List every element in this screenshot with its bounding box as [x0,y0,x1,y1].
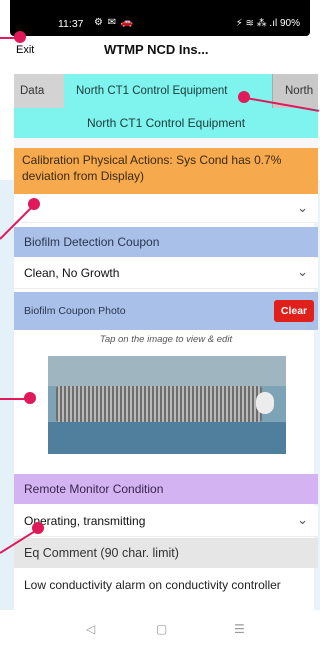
photo-background [48,356,286,386]
annotation-line [0,398,26,400]
annotation-dot [14,31,26,43]
remote-monitor-select[interactable]: Operating, transmitting ⌄ [14,506,318,537]
section-title: North CT1 Control Equipment [14,108,318,138]
app-screen: 11:37 ⚙ ✉ 🚗 ⚡ ≋ ⁂ .ıl 90% Exit WTMP NCD … [0,0,320,648]
system-nav-bar: ◁ ▢ ☰ [0,614,320,648]
calibration-select[interactable]: ⌄ [14,194,318,223]
clear-button[interactable]: Clear [274,300,314,322]
calibration-label: Calibration Physical Actions: Sys Cond h… [14,148,318,194]
chevron-down-icon: ⌄ [297,264,308,279]
status-bar: 11:37 ⚙ ✉ 🚗 ⚡ ≋ ⁂ .ıl 90% [10,0,310,36]
comment-text[interactable]: Low conductivity alarm on conductivity c… [14,578,318,593]
page-title: WTMP NCD Ins... [104,42,209,57]
app-header: Exit WTMP NCD Ins... [10,36,316,66]
annotation-dot [24,392,36,404]
home-icon[interactable]: ▢ [156,622,167,636]
notification-icons: ⚙ ✉ 🚗 [94,17,135,28]
chevron-down-icon: ⌄ [297,200,308,215]
tab-data[interactable]: Data [14,74,70,108]
remote-monitor-header: Remote Monitor Condition [14,474,318,504]
biofilm-header: Biofilm Detection Coupon [14,227,318,257]
annotation-dot [28,198,40,210]
recent-apps-icon[interactable]: ☰ [234,622,245,636]
back-icon[interactable]: ◁ [86,622,95,636]
photo-header-label: Biofilm Coupon Photo [24,305,126,317]
coupon-photo[interactable] [48,356,286,454]
tab-north-ct1-control-equipment[interactable]: North CT1 Control Equipment [64,74,284,108]
coupon-mesh [56,386,262,422]
comment-header: Eq Comment (90 char. limit) [14,538,318,568]
coupon-tab [256,392,274,414]
biofilm-select[interactable]: Clean, No Growth ⌄ [14,258,318,289]
photo-hint: Tap on the image to view & edit [99,334,233,345]
chevron-down-icon: ⌄ [297,512,308,527]
biofilm-value: Clean, No Growth [24,266,120,280]
divider [14,138,318,148]
exit-button[interactable]: Exit [16,44,34,56]
status-time: 11:37 [58,18,84,30]
annotation-dot [32,522,44,534]
photo-background [48,422,286,454]
battery-signal-icons: ⚡ ≋ ⁂ .ıl 90% [235,18,300,29]
photo-header: Biofilm Coupon Photo Clear [14,292,318,330]
annotation-dot [238,91,250,103]
